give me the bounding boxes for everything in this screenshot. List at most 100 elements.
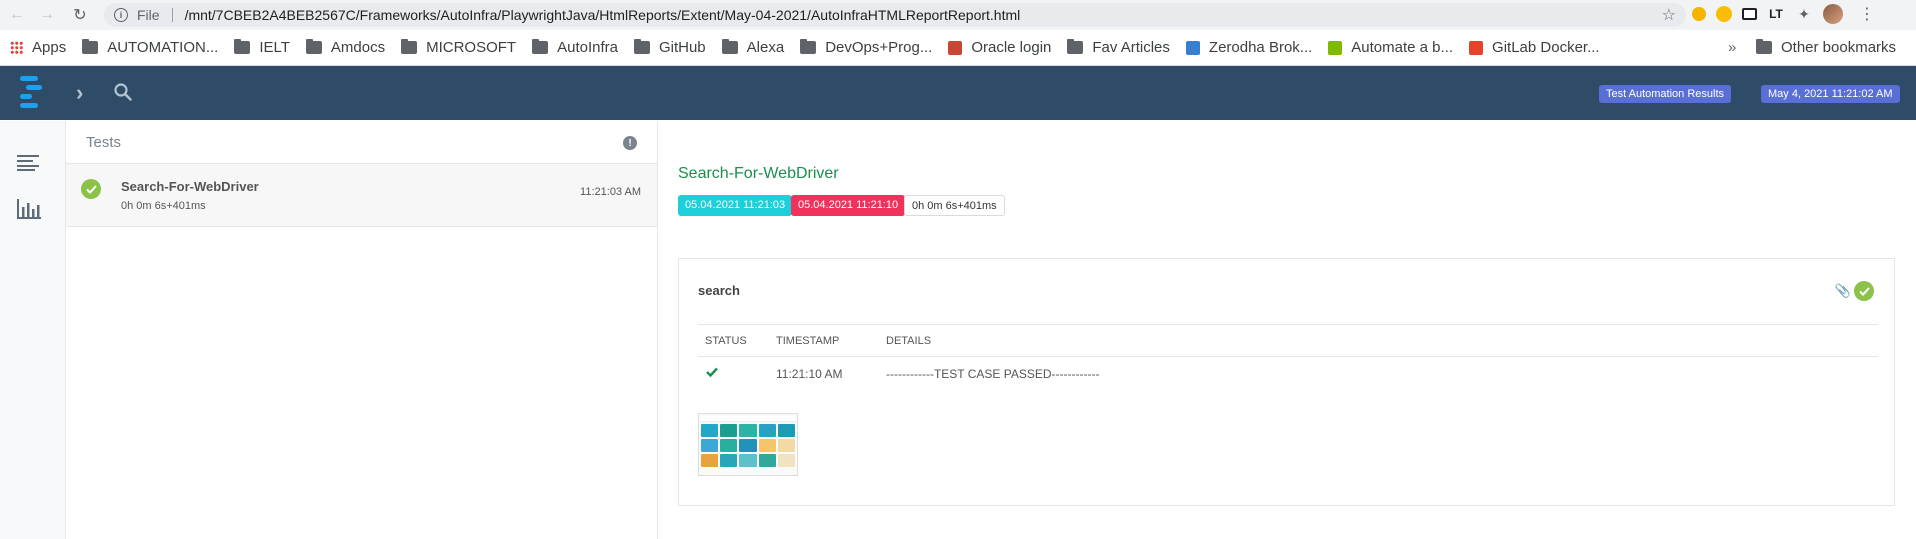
bookmark-label: Fav Articles bbox=[1092, 39, 1170, 56]
bookmark-label: GitHub bbox=[658, 39, 706, 56]
test-list-header: Tests ! bbox=[66, 121, 657, 164]
test-list-panel: Tests ! Search-For-WebDriver 0h 0m 6s+40… bbox=[66, 121, 658, 539]
bookmark-label: Amdocs bbox=[330, 39, 386, 56]
thumbnail-tile bbox=[758, 454, 776, 467]
pass-status-icon bbox=[81, 179, 101, 199]
screenshot-header bbox=[701, 416, 795, 422]
other-bookmarks-label: Other bookmarks bbox=[1781, 39, 1897, 56]
folder-icon bbox=[305, 39, 322, 54]
bookmark-star-icon[interactable]: ☆ bbox=[1662, 5, 1676, 25]
folder-icon bbox=[401, 39, 418, 54]
bookmark-item[interactable]: MICROSOFT bbox=[401, 39, 516, 56]
thumbnail-tile bbox=[701, 454, 719, 467]
bookmark-label: GitLab Docker... bbox=[1492, 39, 1600, 56]
log-table-header: STATUS TIMESTAMP DETAILS bbox=[698, 324, 1878, 357]
thumbnail-tile bbox=[758, 439, 776, 452]
microsoft-icon bbox=[1328, 40, 1343, 55]
duration-badge: 0h 0m 6s+401ms bbox=[904, 195, 1005, 216]
attachment-icon[interactable]: 📎 bbox=[1835, 283, 1851, 299]
thumbnail-tile bbox=[739, 424, 757, 437]
thumbnail-tile bbox=[777, 424, 795, 437]
bookmark-item[interactable]: DevOps+Prog... bbox=[800, 39, 932, 56]
bookmark-label: MICROSOFT bbox=[426, 39, 517, 56]
bookmark-item[interactable]: Automate a b... bbox=[1328, 39, 1453, 56]
test-duration: 0h 0m 6s+401ms bbox=[121, 200, 206, 212]
expand-chevron-icon[interactable]: › bbox=[76, 80, 83, 106]
checkmark-icon bbox=[706, 366, 718, 380]
report-body: Tests ! Search-For-WebDriver 0h 0m 6s+40… bbox=[0, 121, 1916, 539]
folder-icon bbox=[633, 39, 650, 54]
bookmark-item[interactable]: Oracle login bbox=[948, 39, 1051, 56]
bookmark-label: Alexa bbox=[746, 39, 785, 56]
bookmark-item[interactable]: AutoInfra bbox=[532, 39, 618, 56]
screenshot-image-grid bbox=[701, 424, 795, 467]
reload-icon[interactable]: ↻ bbox=[69, 4, 91, 26]
thumbnail-tile bbox=[739, 439, 757, 452]
site-info-icon[interactable]: i bbox=[114, 8, 128, 22]
bookmark-item[interactable]: IELT bbox=[234, 39, 290, 56]
table-row: 11:21:10 AM ------------TEST CASE PASSED… bbox=[698, 357, 1878, 389]
puzzle-extensions-icon[interactable]: ✦ bbox=[1795, 5, 1813, 23]
languagetool-icon[interactable]: LT bbox=[1767, 5, 1785, 23]
column-header-timestamp: TIMESTAMP bbox=[776, 335, 840, 347]
log-table: STATUS TIMESTAMP DETAILS 11:21:10 AM ---… bbox=[698, 324, 1878, 389]
end-time-badge: 05.04.2021 11:21:10 bbox=[791, 195, 906, 216]
folder-icon bbox=[82, 39, 99, 54]
screenshot-thumbnail[interactable] bbox=[698, 413, 798, 476]
bookmark-label: Automate a b... bbox=[1351, 39, 1454, 56]
test-list-item[interactable]: Search-For-WebDriver 0h 0m 6s+401ms 11:2… bbox=[66, 164, 657, 227]
menu-kebab-icon[interactable]: ⋮ bbox=[1859, 4, 1875, 24]
report-header: › Test Automation Results May 4, 2021 11… bbox=[0, 66, 1916, 120]
bookmark-label: IELT bbox=[259, 39, 290, 56]
back-arrow-icon[interactable]: ← bbox=[6, 4, 28, 26]
bookmark-item[interactable]: Apps bbox=[10, 39, 66, 56]
dashboard-chart-icon[interactable] bbox=[17, 199, 41, 219]
thumbnail-tile bbox=[758, 424, 776, 437]
apps-grid-icon bbox=[10, 41, 23, 54]
filter-status-icon[interactable]: ! bbox=[623, 136, 637, 150]
test-node-card: search 📎 STATUS TIMESTAMP DETAILS 11:21:… bbox=[678, 258, 1895, 506]
gitlab-icon bbox=[1469, 40, 1484, 55]
start-time-badge: 05.04.2021 11:21:03 bbox=[678, 195, 793, 216]
oracle-icon bbox=[948, 40, 963, 55]
bookmarks-overflow-icon[interactable]: » bbox=[1728, 39, 1736, 56]
profile-avatar[interactable] bbox=[1823, 4, 1843, 24]
thumbnail-tile bbox=[720, 454, 738, 467]
address-bar[interactable]: i File /mnt/7CBEB2A4BEB2567C/Frameworks/… bbox=[104, 3, 1686, 27]
thumbnail-tile bbox=[701, 439, 719, 452]
bookmark-item[interactable]: AUTOMATION... bbox=[82, 39, 218, 56]
gauge-extension-icon[interactable] bbox=[1716, 6, 1732, 22]
bookmark-item[interactable]: Alexa bbox=[721, 39, 785, 56]
bookmark-item[interactable]: Fav Articles bbox=[1067, 39, 1170, 56]
bookmark-label: AUTOMATION... bbox=[107, 39, 219, 56]
extent-logo-icon[interactable] bbox=[18, 74, 44, 110]
other-bookmarks[interactable]: Other bookmarks bbox=[1756, 39, 1896, 56]
node-name: search bbox=[698, 283, 740, 298]
bookmark-item[interactable]: Zerodha Brok... bbox=[1185, 39, 1312, 56]
report-name-badge: Test Automation Results bbox=[1599, 85, 1732, 103]
tests-heading: Tests bbox=[86, 133, 122, 151]
column-header-status: STATUS bbox=[705, 335, 747, 347]
bookmark-label: Oracle login bbox=[971, 39, 1052, 56]
folder-icon bbox=[800, 39, 817, 54]
bookmark-item[interactable]: GitLab Docker... bbox=[1469, 39, 1600, 56]
log-timestamp: 11:21:10 AM bbox=[776, 367, 843, 381]
picture-in-picture-icon[interactable] bbox=[1742, 8, 1757, 20]
bookmark-item[interactable]: Amdocs bbox=[305, 39, 386, 56]
address-url[interactable]: /mnt/7CBEB2A4BEB2567C/Frameworks/AutoInf… bbox=[185, 7, 1021, 23]
node-pass-icon bbox=[1854, 281, 1874, 301]
search-icon[interactable] bbox=[114, 83, 132, 101]
forward-arrow-icon[interactable]: → bbox=[36, 4, 58, 26]
thumbnail-tile bbox=[720, 439, 738, 452]
bookmark-label: AutoInfra bbox=[557, 39, 618, 56]
test-detail-panel: Search-For-WebDriver 05.04.2021 11:21:03… bbox=[659, 121, 1916, 539]
folder-icon bbox=[1756, 39, 1772, 54]
column-header-details: DETAILS bbox=[886, 335, 932, 347]
test-start-time: 11:21:03 AM bbox=[580, 186, 641, 198]
bookmark-item[interactable]: GitHub bbox=[633, 39, 706, 56]
address-divider bbox=[171, 8, 173, 22]
bookmark-label: DevOps+Prog... bbox=[825, 39, 933, 56]
test-view-list-icon[interactable] bbox=[17, 155, 39, 171]
thumbnail-tile bbox=[701, 424, 719, 437]
chrome-extension-icon[interactable] bbox=[1692, 7, 1706, 21]
